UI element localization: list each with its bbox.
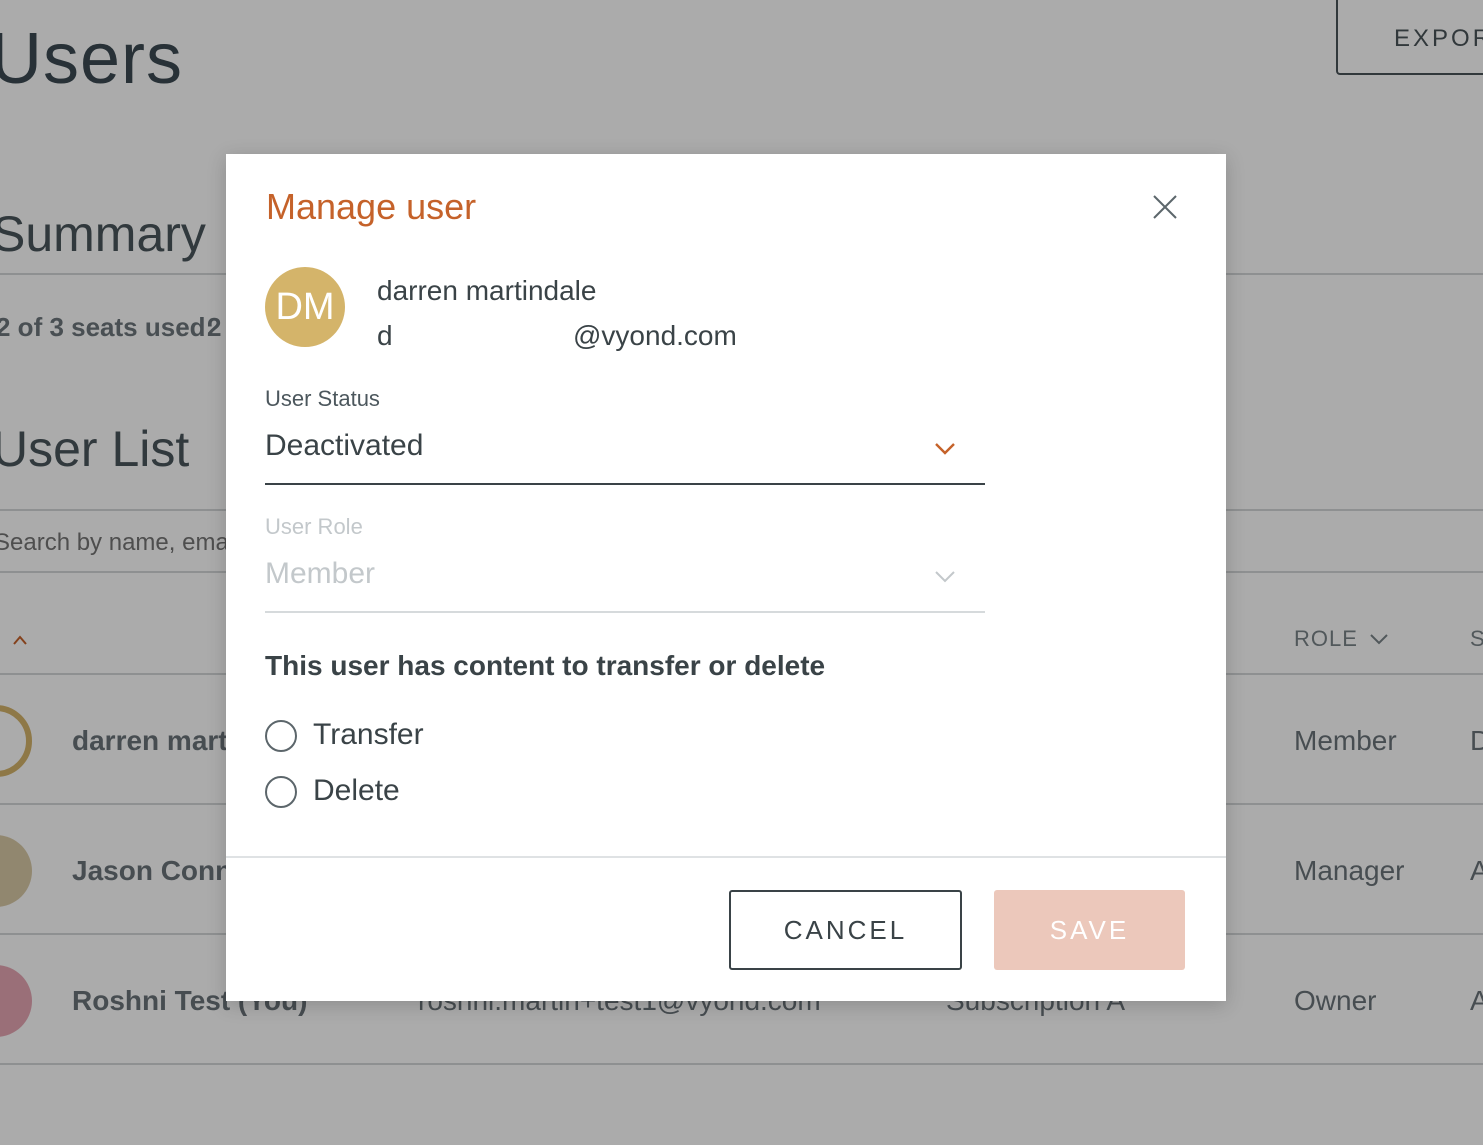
avatar: DM bbox=[265, 267, 345, 347]
dialog-title: Manage user bbox=[266, 186, 477, 227]
chevron-down-icon bbox=[935, 443, 955, 455]
user-name: darren martindale bbox=[377, 275, 597, 306]
users-page: Users EXPORT Summary 2 of 3 seats used: … bbox=[0, 0, 1483, 1145]
transfer-radio[interactable] bbox=[265, 720, 297, 752]
user-status-value: Deactivated bbox=[265, 429, 424, 462]
manage-user-dialog: Manage user DM darren martindale d @vyon… bbox=[226, 154, 1226, 1001]
delete-label[interactable]: Delete bbox=[313, 774, 400, 808]
user-email-prefix: d bbox=[377, 320, 393, 351]
chevron-down-icon bbox=[935, 571, 955, 583]
save-button[interactable]: SAVE bbox=[994, 890, 1185, 970]
user-email-domain: @vyond.com bbox=[573, 320, 737, 351]
content-heading: This user has content to transfer or del… bbox=[265, 650, 826, 681]
user-role-value: Member bbox=[265, 557, 376, 590]
user-status-select[interactable]: Deactivated bbox=[265, 429, 985, 485]
close-icon[interactable] bbox=[1148, 190, 1182, 224]
dialog-divider bbox=[226, 856, 1226, 858]
user-role-select: Member bbox=[265, 557, 985, 613]
transfer-label[interactable]: Transfer bbox=[313, 718, 424, 752]
cancel-button[interactable]: CANCEL bbox=[729, 890, 962, 970]
delete-radio[interactable] bbox=[265, 776, 297, 808]
user-role-label: User Role bbox=[265, 514, 363, 539]
user-status-label: User Status bbox=[265, 386, 380, 411]
